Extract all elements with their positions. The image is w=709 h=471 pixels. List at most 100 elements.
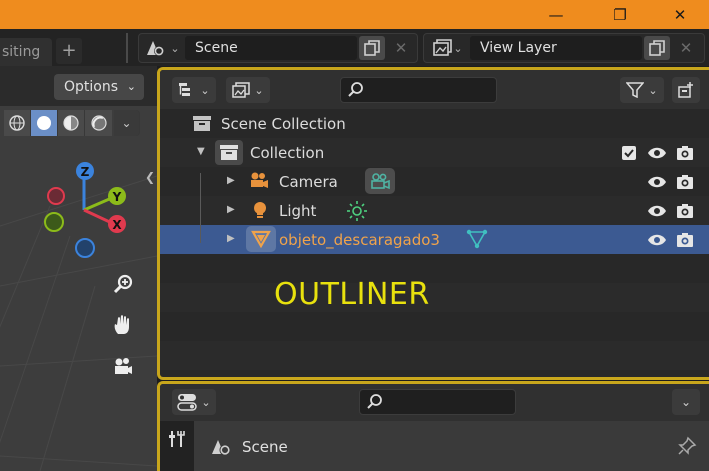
close-icon: ✕ [673, 5, 687, 24]
render-toggle-light[interactable] [674, 200, 696, 222]
view-layer-browse-button[interactable]: ⌄ [426, 36, 468, 60]
pan-view-button[interactable] [108, 310, 138, 340]
window-title-bar: — ❐ ✕ [0, 0, 709, 29]
render-camera-icon [677, 204, 693, 218]
camera-data-button[interactable] [365, 168, 395, 194]
light-object-icon [254, 202, 266, 218]
tree-row-mesh-object[interactable]: ▶ objeto_descaragado3 [160, 225, 709, 254]
tool-icon [169, 431, 185, 447]
shading-options-dropdown[interactable]: ⌄ [114, 110, 140, 136]
chevron-down-icon: ⌄ [200, 83, 210, 97]
sidebar-toggle-arrow[interactable]: ❮ [145, 170, 155, 184]
render-toggle-collection[interactable] [674, 142, 696, 164]
scene-browse-button[interactable]: ⌄ [141, 36, 183, 60]
wireframe-shading-button[interactable] [4, 110, 31, 136]
tree-row-scene-collection[interactable]: Scene Collection [160, 109, 709, 138]
workspace-tab-compositing[interactable]: siting [0, 38, 52, 66]
scene-collection-icon [193, 116, 211, 131]
tree-empty-row [160, 283, 709, 312]
camera-data-icon [371, 173, 390, 190]
rendered-shading-button[interactable] [85, 110, 112, 136]
view-layer-selector: ⌄ View Layer ✕ [423, 33, 705, 63]
render-toggle-mesh[interactable] [674, 229, 696, 251]
tree-label-mesh-object: objeto_descaragado3 [279, 230, 440, 249]
tab-tool[interactable] [165, 427, 189, 451]
display-mode-dropdown[interactable]: ⌄ [172, 77, 216, 103]
search-icon [367, 394, 382, 409]
material-sphere-icon [63, 115, 79, 131]
expand-arrow-icon[interactable]: ▶ [227, 204, 235, 215]
properties-body: Scene [194, 421, 709, 471]
viewport-options-button[interactable]: Options ⌄ [54, 74, 144, 100]
render-camera-icon [677, 175, 693, 189]
tree-row-light[interactable]: ▶ Light [160, 196, 709, 225]
outliner-caption: OUTLINER [274, 277, 430, 312]
new-scene-button[interactable] [359, 36, 385, 60]
new-collection-button[interactable] [672, 77, 700, 103]
top-header: siting + ⌄ Scene ✕ ⌄ View Layer ✕ [0, 29, 709, 66]
search-icon [348, 82, 363, 97]
pin-icon[interactable] [677, 436, 697, 456]
properties-options-dropdown[interactable]: ⌄ [672, 389, 700, 415]
visibility-toggle-camera[interactable] [646, 171, 668, 193]
delete-scene-button[interactable]: ✕ [389, 36, 413, 60]
new-view-layer-button[interactable] [644, 36, 670, 60]
properties-search-input[interactable] [359, 389, 516, 415]
tree-connector-line [200, 173, 201, 243]
filter-view-layer-dropdown[interactable]: ⌄ [226, 77, 270, 103]
zoom-view-button[interactable] [108, 269, 138, 299]
close-window-button[interactable]: ✕ [657, 0, 703, 29]
visibility-toggle-mesh[interactable] [646, 229, 668, 251]
new-collection-icon [678, 82, 693, 98]
delete-view-layer-button[interactable]: ✕ [674, 36, 698, 60]
tree-empty-row [160, 341, 709, 370]
exclude-checkbox[interactable] [618, 142, 640, 164]
chevron-down-icon: ⌄ [648, 83, 658, 97]
render-camera-icon [677, 146, 693, 160]
expand-arrow-icon[interactable]: ▶ [227, 233, 235, 244]
minimize-button[interactable]: — [533, 0, 579, 29]
scene-icon [212, 440, 231, 456]
mesh-object-icon-wrap [246, 226, 276, 252]
material-preview-shading-button[interactable] [58, 110, 85, 136]
expand-arrow-icon[interactable]: ▶ [227, 175, 235, 186]
close-icon: ✕ [394, 39, 408, 57]
add-workspace-button[interactable]: + [56, 38, 82, 64]
tree-row-collection[interactable]: ▼ Collection [160, 138, 709, 167]
restore-button[interactable]: ❐ [597, 0, 643, 29]
outliner-search-input[interactable] [340, 77, 497, 103]
chevron-down-icon: ⌄ [126, 80, 136, 93]
wireframe-sphere-icon [9, 115, 25, 131]
chevron-down-icon: ⌄ [453, 41, 463, 55]
properties-context-label: Scene [242, 438, 288, 456]
scene-name-field[interactable]: Scene [185, 36, 357, 60]
outliner-tree: Scene Collection ▼ Collection ▶ Camera ▶… [160, 109, 709, 370]
mesh-data-icon[interactable] [466, 229, 488, 249]
navigation-gizmo[interactable]: Z Y X [36, 158, 146, 268]
tree-empty-row [160, 312, 709, 341]
expand-arrow-icon[interactable]: ▼ [197, 146, 205, 157]
restore-icon: ❐ [613, 5, 627, 24]
editor-type-dropdown[interactable]: ⌄ [172, 389, 216, 415]
outliner-header: ⌄ ⌄ ⌄ [160, 70, 709, 109]
collection-icon [220, 144, 238, 160]
header-separator [126, 33, 128, 63]
camera-view-button[interactable] [108, 352, 138, 382]
chevron-down-icon: ⌄ [201, 395, 211, 409]
filter-dropdown[interactable]: ⌄ [620, 77, 664, 103]
camera-icon [115, 358, 132, 374]
light-data-icon[interactable] [346, 200, 368, 222]
gizmo-negative-x[interactable] [47, 187, 65, 205]
visibility-toggle-collection[interactable] [646, 142, 668, 164]
tree-label-collection: Collection [250, 143, 325, 162]
visibility-toggle-light[interactable] [646, 200, 668, 222]
render-toggle-camera[interactable] [674, 171, 696, 193]
gizmo-negative-z[interactable] [75, 238, 95, 258]
view-layer-name-field[interactable]: View Layer [470, 36, 642, 60]
tree-row-camera[interactable]: ▶ Camera [160, 167, 709, 196]
solid-shading-button[interactable] [31, 110, 58, 136]
collection-icon-wrap [215, 140, 243, 165]
3d-viewport[interactable]: Options ⌄ ⌄ Z Y X ❮ [0, 66, 157, 471]
gizmo-negative-y[interactable] [44, 212, 64, 232]
chevron-down-icon: ⌄ [680, 395, 692, 409]
